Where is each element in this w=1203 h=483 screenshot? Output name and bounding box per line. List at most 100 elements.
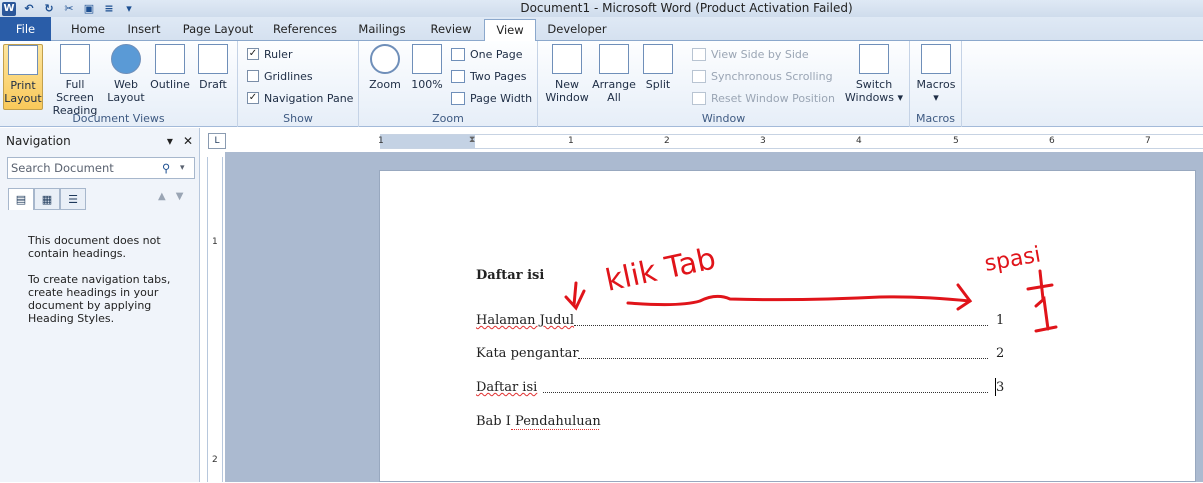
ruler-number: 3 xyxy=(760,136,766,146)
group-window: New Window Arrange All Split View Side b… xyxy=(538,41,910,127)
switch-windows-button[interactable]: Switch Windows ▾ xyxy=(842,44,906,104)
gridlines-checkbox[interactable]: Gridlines xyxy=(247,67,313,85)
tab-view[interactable]: View xyxy=(484,19,536,42)
annotation-spasi: spasi xyxy=(983,242,1043,276)
annotation-klik-tab: klik Tab xyxy=(602,241,719,298)
zoom-100-button[interactable]: 100% xyxy=(409,44,445,91)
synchronous-scrolling-button[interactable]: Synchronous Scrolling xyxy=(692,67,833,85)
dropdown-arrow-icon: ▾ xyxy=(933,91,939,104)
group-show: ✓ Ruler Gridlines ✓ Navigation Pane Show xyxy=(238,41,359,127)
book-icon xyxy=(60,44,90,74)
ruler-margin xyxy=(380,135,475,148)
handwritten-annotations: klik Tab spasi xyxy=(564,241,1058,333)
two-pages-button[interactable]: Two Pages xyxy=(451,67,526,85)
horizontal-ruler[interactable]: 1 1 2 3 4 5 6 7 ⧗ xyxy=(378,134,1203,149)
switch-windows-icon xyxy=(859,44,889,74)
checkbox-unchecked-icon xyxy=(247,70,259,82)
page-width-button[interactable]: Page Width xyxy=(451,89,532,107)
tab-mailings[interactable]: Mailings xyxy=(352,19,412,41)
tab-references[interactable]: References xyxy=(268,19,342,41)
ruler-number: 6 xyxy=(1049,136,1055,146)
window-title: Document1 - Microsoft Word (Product Acti… xyxy=(520,1,853,15)
tab-review[interactable]: Review xyxy=(423,19,479,41)
zoom-button[interactable]: Zoom xyxy=(367,44,403,91)
reset-window-position-button[interactable]: Reset Window Position xyxy=(692,89,835,107)
indent-marker-icon[interactable]: ⧗ xyxy=(469,135,475,145)
page-width-icon xyxy=(451,91,465,105)
macros-icon xyxy=(921,44,951,74)
new-window-button[interactable]: New Window xyxy=(542,44,592,104)
ruler-checkbox[interactable]: ✓ Ruler xyxy=(247,45,292,63)
side-by-side-icon xyxy=(692,47,706,61)
outline-icon xyxy=(155,44,185,74)
draft-button[interactable]: Draft xyxy=(194,44,232,91)
search-document-input[interactable]: Search Document ⚲ ▾ xyxy=(7,157,195,179)
ruler-number: 1 xyxy=(212,237,218,247)
search-placeholder: Search Document xyxy=(11,161,114,175)
split-button[interactable]: Split xyxy=(640,44,676,91)
browse-headings-tab-icon[interactable]: ▤ xyxy=(8,188,34,210)
ruler-number: 2 xyxy=(664,136,670,146)
group-label: Document Views xyxy=(72,112,165,125)
checkbox-checked-icon: ✓ xyxy=(247,92,259,104)
ribbon: Print Layout Full Screen Reading Web Lay… xyxy=(0,41,1203,127)
full-screen-reading-button[interactable]: Full Screen Reading xyxy=(46,44,104,117)
checkbox-checked-icon: ✓ xyxy=(247,48,259,60)
reset-window-icon xyxy=(692,91,706,105)
tab-insert[interactable]: Insert xyxy=(120,19,168,41)
ruler-number: 4 xyxy=(856,136,862,146)
two-pages-icon xyxy=(451,69,465,83)
title-bar: W ↶ ↻ ✂ ▣ ≡ ▾ Document1 - Microsoft Word… xyxy=(0,0,1203,17)
dropdown-arrow-icon: ▾ xyxy=(894,91,904,104)
group-label: Zoom xyxy=(432,112,464,125)
ruler-number: 7 xyxy=(1145,136,1151,146)
navigation-tabs: ▤ ▦ ☰ xyxy=(8,188,86,210)
create-headings-text: To create navigation tabs, create headin… xyxy=(28,273,171,325)
ruler-number: 2 xyxy=(212,455,218,465)
arrange-all-button[interactable]: Arrange All xyxy=(590,44,638,104)
pane-options-icon[interactable]: ▾ xyxy=(167,134,173,148)
search-icon[interactable]: ⚲ xyxy=(162,161,180,175)
group-label: Show xyxy=(283,112,313,125)
outline-button[interactable]: Outline xyxy=(148,44,192,91)
vertical-ruler[interactable]: 1 2 xyxy=(207,157,223,482)
browse-pages-tab-icon[interactable]: ▦ xyxy=(34,188,60,210)
next-arrow-icon[interactable]: ▼ xyxy=(176,191,184,202)
print-layout-icon xyxy=(8,45,38,75)
previous-arrow-icon[interactable]: ▲ xyxy=(158,191,166,202)
ruler-number: 1 xyxy=(378,136,384,146)
draft-icon xyxy=(198,44,228,74)
tab-file[interactable]: File xyxy=(0,17,51,41)
tab-home[interactable]: Home xyxy=(64,19,112,41)
tab-page-layout[interactable]: Page Layout xyxy=(180,19,256,41)
browse-results-tab-icon[interactable]: ☰ xyxy=(60,188,86,210)
navigation-pane-checkbox[interactable]: ✓ Navigation Pane xyxy=(247,89,353,107)
group-macros: Macros ▾ Macros xyxy=(910,41,962,127)
web-layout-button[interactable]: Web Layout xyxy=(106,44,146,104)
navigation-pane: Navigation ▾ ✕ Search Document ⚲ ▾ ▤ ▦ ☰… xyxy=(0,128,200,482)
navigation-message: This document does not contain headings.… xyxy=(28,234,188,338)
magnifier-icon xyxy=(370,44,400,74)
one-page-icon xyxy=(451,47,465,61)
group-label: Window xyxy=(701,112,746,125)
macros-button[interactable]: Macros ▾ xyxy=(916,44,956,104)
group-document-views: Print Layout Full Screen Reading Web Lay… xyxy=(0,41,238,127)
sync-scroll-icon xyxy=(692,69,706,83)
ruler-number: 1 xyxy=(568,136,574,146)
navigation-header: Navigation ▾ ✕ xyxy=(0,128,199,154)
split-icon xyxy=(643,44,673,74)
document-page[interactable]: Daftar isi Halaman Judul 1 Kata penganta… xyxy=(379,170,1196,482)
tab-selector-icon[interactable]: L xyxy=(208,133,226,149)
group-zoom: Zoom 100% One Page Two Pages Page Width … xyxy=(359,41,538,127)
ribbon-tabs: File Home Insert Page Layout References … xyxy=(0,17,1203,42)
tab-developer[interactable]: Developer xyxy=(542,19,612,41)
print-layout-button[interactable]: Print Layout xyxy=(3,44,43,110)
group-label: Macros xyxy=(915,112,956,125)
one-page-button[interactable]: One Page xyxy=(451,45,523,63)
close-icon[interactable]: ✕ xyxy=(183,134,193,148)
view-side-by-side-button[interactable]: View Side by Side xyxy=(692,45,809,63)
search-options-icon[interactable]: ▾ xyxy=(180,163,194,173)
globe-icon xyxy=(111,44,141,74)
no-headings-text: This document does not contain headings. xyxy=(28,234,161,260)
ruler-number: 5 xyxy=(953,136,959,146)
